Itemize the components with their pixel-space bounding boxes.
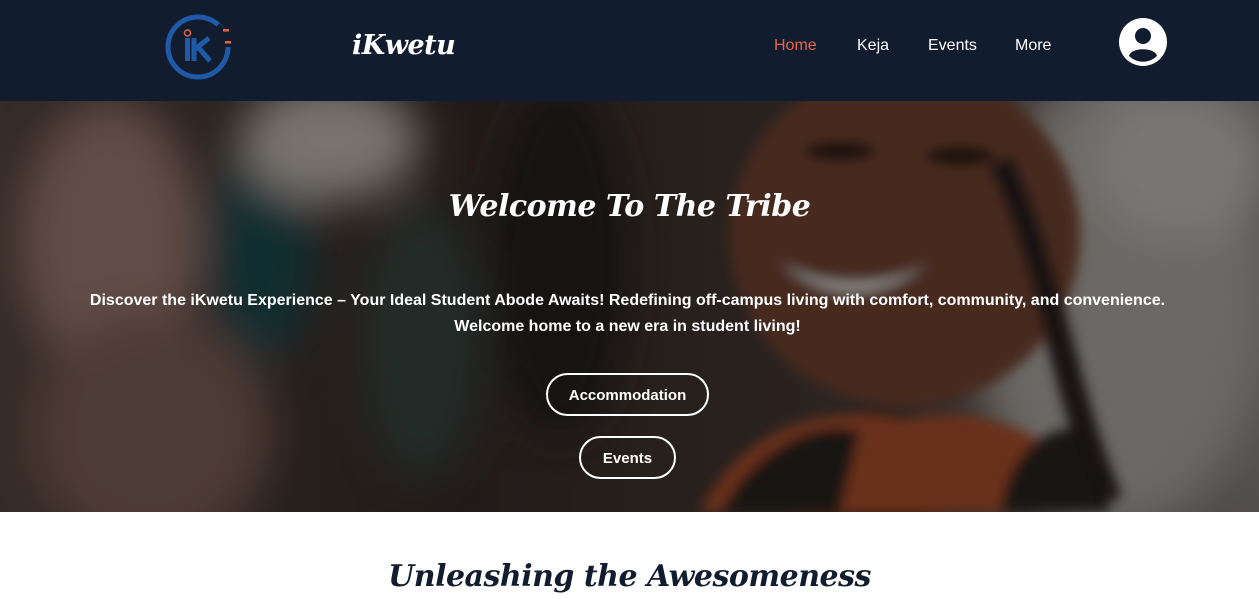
brand-name[interactable]: iKwetu [352,28,456,64]
user-account-icon[interactable] [1118,17,1168,67]
events-button[interactable]: Events [579,436,676,479]
nav-home-link[interactable]: Home [774,36,817,56]
top-navbar: iKwetu Home Keja Events More [0,0,1259,101]
hero-title: Welcome To The Tribe [448,189,811,225]
section-heading: Unleashing the Awesomeness [388,558,871,594]
hero-section: Welcome To The Tribe Discover the iKwetu… [0,101,1259,512]
accommodation-button[interactable]: Accommodation [546,373,709,416]
hero-description: Discover the iKwetu Experience – Your Id… [89,292,1166,335]
ikwetu-logo-icon[interactable] [165,12,235,82]
nav-events-link[interactable]: Events [928,36,977,56]
nav-more-link[interactable]: More [1015,36,1051,56]
nav-keja-link[interactable]: Keja [857,36,889,56]
